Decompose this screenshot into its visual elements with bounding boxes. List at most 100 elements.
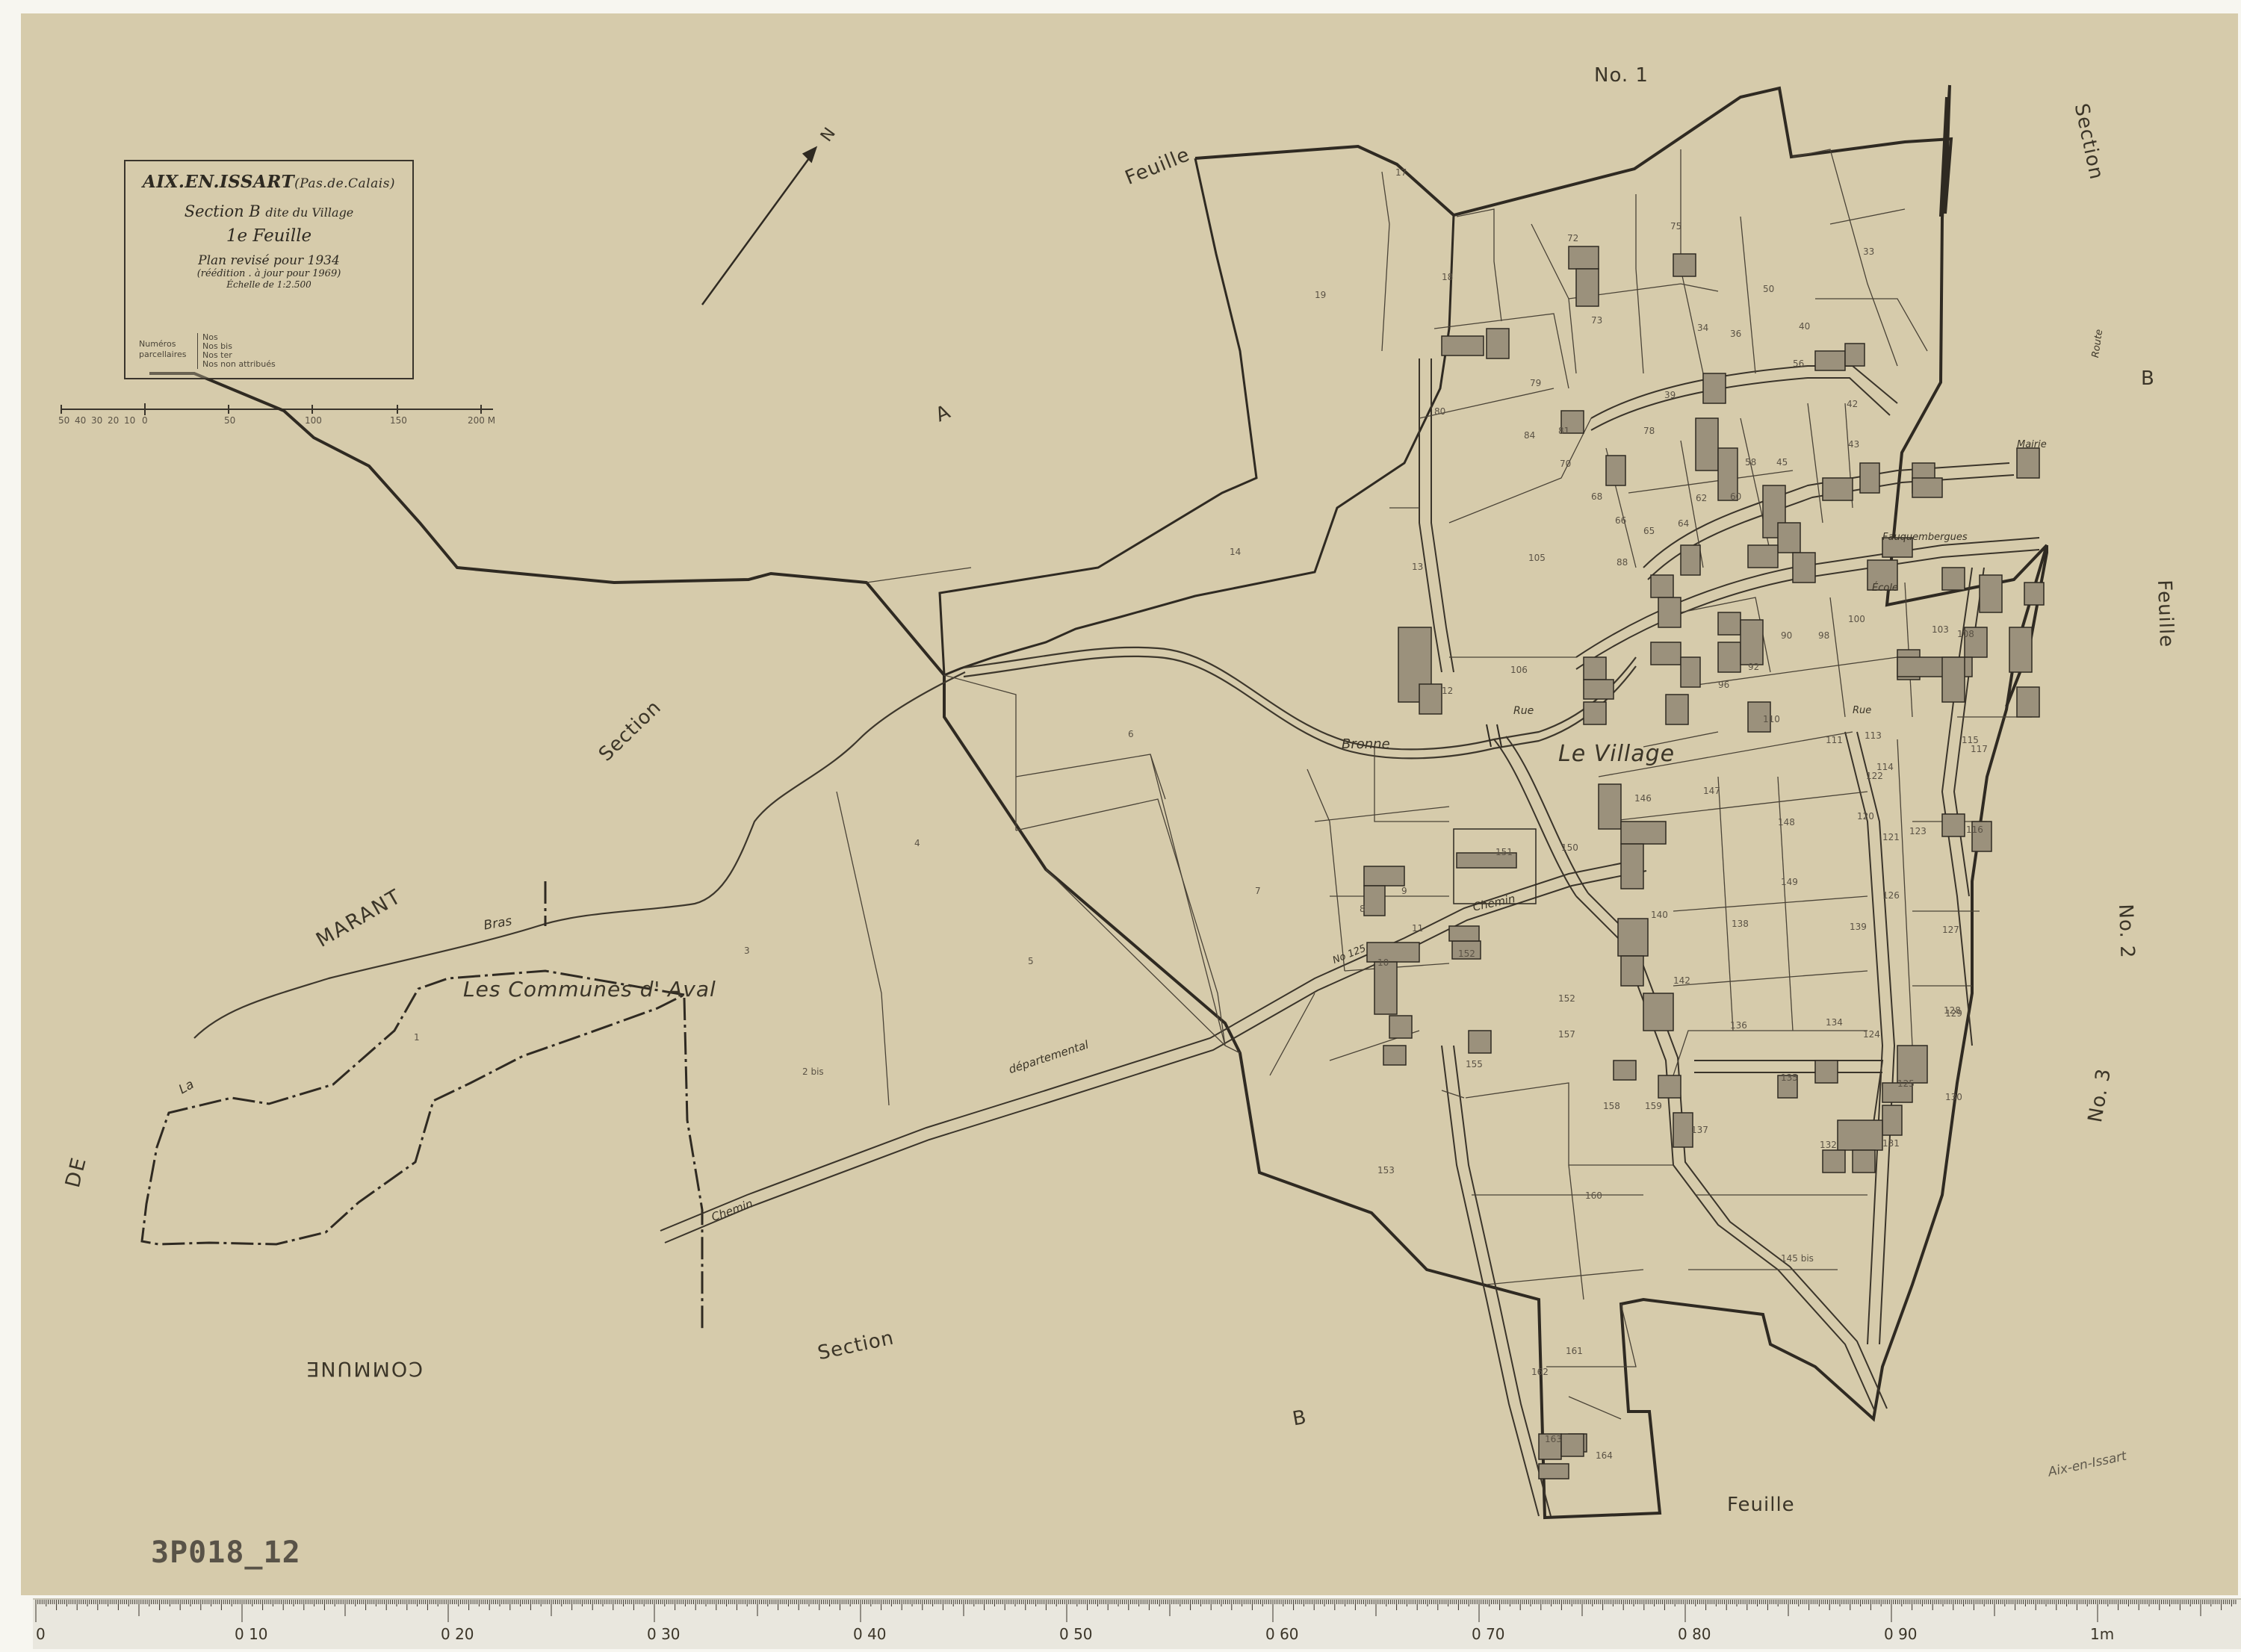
section-name: dite du Village xyxy=(265,205,354,220)
parcel-number: 114 xyxy=(1876,762,1894,772)
legend-label: Numéros parcellaires xyxy=(139,339,187,359)
scale-ratio: 1:2.500 xyxy=(276,279,311,290)
parcel-number: 4 xyxy=(914,838,920,848)
parcel-number: 124 xyxy=(1863,1029,1880,1040)
parcel-number: 50 xyxy=(1763,284,1775,294)
parcel-number: 108 xyxy=(1957,629,1974,639)
label-le-village: Le Village xyxy=(1558,741,1676,767)
parcel-number: 164 xyxy=(1596,1450,1613,1461)
parcel-number: 159 xyxy=(1645,1101,1662,1111)
parcel-number: 80 xyxy=(1434,406,1446,417)
parcel-number: 157 xyxy=(1558,1029,1575,1040)
label-no2: No. 2 xyxy=(2114,904,2139,959)
parcel-number: 3 xyxy=(744,945,750,956)
parcel-number: 33 xyxy=(1863,246,1875,257)
ruler-label: 0 30 xyxy=(647,1625,681,1643)
parcel-number: 162 xyxy=(1531,1367,1549,1377)
scale-tick: 10 xyxy=(124,415,136,426)
map-sheet: AIX.EN.ISSART(Pas.de.Calais) Section B d… xyxy=(0,0,2241,1649)
label-commune: COMMUNE xyxy=(305,1357,423,1380)
parcel-number: 13 xyxy=(1412,562,1424,572)
parcel-number: 84 xyxy=(1524,430,1536,441)
ruler-label: 0 50 xyxy=(1059,1625,1093,1643)
parcel-number: 81 xyxy=(1558,426,1570,436)
parcel-number: 75 xyxy=(1670,221,1682,232)
parcel-number: 138 xyxy=(1732,919,1749,929)
ruler-label: 0 20 xyxy=(441,1625,474,1643)
ruler-label: 0 60 xyxy=(1265,1625,1299,1643)
parcel-number: 10 xyxy=(1377,957,1389,968)
parcel-number: 70 xyxy=(1560,459,1572,469)
scale-text: Échelle de 1:2.500 xyxy=(125,279,412,290)
parcel-number: 136 xyxy=(1730,1020,1747,1031)
parcel-number: 145 bis xyxy=(1781,1253,1814,1264)
parcel-number: 45 xyxy=(1776,457,1788,468)
parcel-number: 135 xyxy=(1781,1072,1798,1083)
revision-text: Plan revisé pour 1934 xyxy=(198,253,340,268)
parcel-number: 152 xyxy=(1458,948,1475,959)
parcel-number: 60 xyxy=(1730,491,1742,502)
parcel-number: 56 xyxy=(1793,358,1805,369)
parcel-number: 163 xyxy=(1545,1434,1562,1444)
parcel-number: 40 xyxy=(1799,321,1811,332)
scale-tick: 30 xyxy=(91,415,103,426)
parcel-number: 88 xyxy=(1617,557,1628,568)
scale-tick: 20 xyxy=(108,415,120,426)
scale-tick: 150 xyxy=(390,415,407,426)
ruler-label: 0 80 xyxy=(1678,1625,1711,1643)
parcel-number: 103 xyxy=(1932,624,1949,635)
ruler-label: 1m xyxy=(2090,1625,2115,1643)
section-label: Section B xyxy=(184,202,261,220)
parcel-number: 9 xyxy=(1401,886,1407,896)
parcel-number: 96 xyxy=(1718,680,1730,690)
parcel-number: 125 xyxy=(1897,1078,1915,1089)
scale-tick: 50 xyxy=(58,415,70,426)
parcel-number: 151 xyxy=(1495,847,1513,857)
parcel-number: 62 xyxy=(1696,493,1708,503)
label-feuille-right: Feuille xyxy=(2153,580,2178,648)
scale-tick: 40 xyxy=(75,415,87,426)
parcel-number: 142 xyxy=(1673,975,1690,986)
parcel-number: 65 xyxy=(1643,526,1655,536)
parcel-number: 110 xyxy=(1763,714,1780,724)
parcel-number: 149 xyxy=(1781,877,1798,887)
parcel-number: 2 bis xyxy=(802,1066,824,1077)
parcel-number: 12 xyxy=(1442,686,1454,696)
department-name: (Pas.de.Calais) xyxy=(294,176,396,191)
archive-stamp: 3P018_12 xyxy=(151,1535,301,1570)
parcel-number: 42 xyxy=(1847,399,1859,409)
parcel-number: 134 xyxy=(1826,1017,1843,1028)
label-feuille-bottom: Feuille xyxy=(1727,1494,1795,1516)
parcel-number: 113 xyxy=(1865,730,1882,741)
parcel-number: 106 xyxy=(1510,665,1528,675)
parcel-number: 1 xyxy=(414,1032,420,1043)
parcel-number: 153 xyxy=(1377,1165,1395,1176)
parcel-number: 66 xyxy=(1615,515,1627,526)
parcel-number: 132 xyxy=(1820,1140,1837,1150)
parcel-number: 130 xyxy=(1945,1092,1962,1102)
parcel-number: 36 xyxy=(1730,329,1742,339)
label-no1: No. 1 xyxy=(1594,64,1649,87)
label-ecole: École xyxy=(1872,583,1898,594)
parcel-number: 127 xyxy=(1942,925,1959,935)
parcel-number: 58 xyxy=(1745,457,1757,468)
map-cartouche: AIX.EN.ISSART(Pas.de.Calais) Section B d… xyxy=(124,160,414,379)
ruler-label: 0 90 xyxy=(1884,1625,1918,1643)
parcel-number: 121 xyxy=(1882,832,1900,842)
parcel-number: 160 xyxy=(1585,1190,1602,1201)
parcel-number: 34 xyxy=(1697,323,1709,333)
sheet-number: 1e Feuille xyxy=(226,226,312,246)
parcel-number: 64 xyxy=(1678,518,1690,529)
scale-tick: 0 xyxy=(142,415,148,426)
parcel-number: 79 xyxy=(1530,378,1542,388)
parcel-number: 43 xyxy=(1848,439,1860,450)
parcel-number: 18 xyxy=(1442,272,1454,282)
parcel-number: 158 xyxy=(1603,1101,1620,1111)
scale-label: Échelle de xyxy=(226,279,274,290)
parcel-number: 8 xyxy=(1360,904,1366,914)
measuring-ruler: 0 0 10 0 20 0 30 0 40 0 50 0 60 0 70 0 8… xyxy=(33,1598,2241,1649)
label-mairie: Mairie xyxy=(2017,439,2047,450)
ruler-label: 0 xyxy=(36,1625,46,1643)
parcel-number: 148 xyxy=(1778,817,1795,827)
revision-note: (réédition . à jour pour 1969) xyxy=(196,268,341,279)
